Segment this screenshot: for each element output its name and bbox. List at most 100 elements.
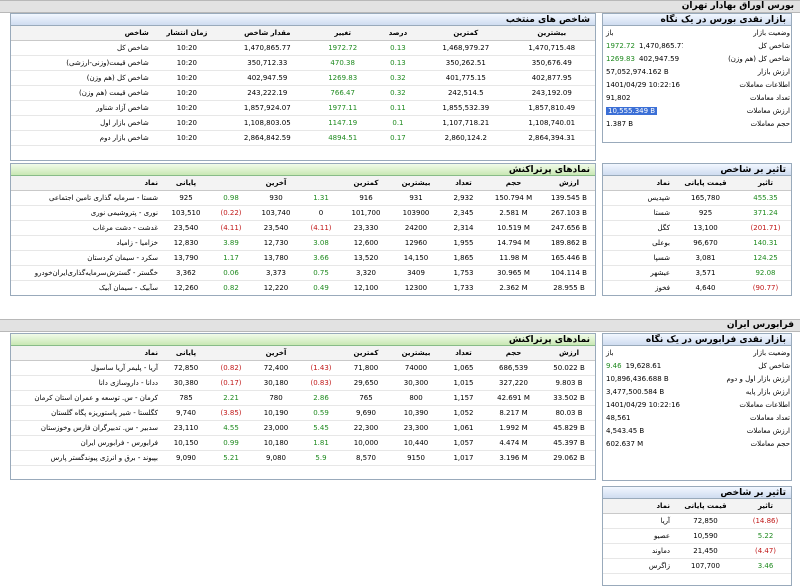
index-value: 243,222.19 xyxy=(222,85,313,101)
table-row[interactable]: بپیوند - برق و انرژی پیوندگستر پارس 9,090… xyxy=(11,450,595,466)
table-row[interactable]: عصیو 10,590 5.22 xyxy=(603,528,791,544)
table-row[interactable]: شسپا 3,081 124.25 xyxy=(603,250,791,266)
tse-impact-table: نماد قیمت پایانی تاثیر شپدیس 165,780 455.35 ش… xyxy=(603,176,791,295)
snapshot-label: حجم معاملات xyxy=(750,119,790,128)
column-header: بیشترین xyxy=(391,346,441,361)
close-price: 3,081 xyxy=(673,250,738,266)
low-price: 12,600 xyxy=(341,235,391,251)
table-row[interactable]: زاگرس 107,700 3.46 xyxy=(603,558,791,574)
table-row[interactable]: شاخص بازار اول 10:20 1,108,803.05 1147.19 0.… xyxy=(11,115,595,131)
trade-value: 29.062 B xyxy=(541,450,595,466)
table-row[interactable]: آریا - پلیمر آریا ساسول 72,850 (0.82) 72,40… xyxy=(11,360,595,376)
low-price: 3,320 xyxy=(341,265,391,281)
snapshot-value: 4,543.45 B xyxy=(606,426,645,435)
table-row[interactable]: شاخص قیمت (هم وزن) 10:20 243,222.19 766.47 0… xyxy=(11,85,595,101)
table-row[interactable]: ددانا - داروسازی دانا 30,380 (0.17) 30,180(… xyxy=(11,375,595,391)
table-row[interactable]: فخوز 4,640 (90.77) xyxy=(603,280,791,295)
snapshot-value-cell: باز xyxy=(603,346,685,359)
close-change: (3.85) xyxy=(211,405,251,421)
column-header: تاثیر xyxy=(738,499,791,514)
close-price: 23,110 xyxy=(161,420,211,436)
snapshot-value-cell: 4,543.45 B xyxy=(603,424,685,437)
table-row[interactable]: آریا 72,850 (14.86) xyxy=(603,513,791,529)
index-change: 766.47 xyxy=(312,85,373,101)
table-row[interactable]: نوری - پتروشیمی نوری 103,510 (0.22) 103,740… xyxy=(11,205,595,221)
high-price: 9150 xyxy=(391,450,441,466)
trade-count: 1,061 xyxy=(441,420,486,436)
snapshot-value: 57,052,974.162 B xyxy=(606,67,669,76)
index-impact: 3.46 xyxy=(738,558,791,574)
snapshot-label: ارزش بازار اول و دوم xyxy=(726,374,790,383)
trade-value: 165.446 B xyxy=(541,250,595,266)
table-row[interactable]: شاخص قیمت(وزنی-ارزشی) 10:20 350,712.33 470.… xyxy=(11,55,595,71)
table-row[interactable]: خزامیا - زامیاد 12,830 3.89 12,730 3.08 12,60… xyxy=(11,235,595,251)
snapshot-label: اطلاعات معاملات xyxy=(739,80,790,89)
symbol-name: شپدیس xyxy=(603,190,673,206)
close-price: 13,100 xyxy=(673,220,738,236)
ifb-snapshot-table: باز وضعیت بازار 9.46 19,628.61 شاخص کل 10,896… xyxy=(603,346,791,450)
last-price: 9,080 xyxy=(251,450,301,466)
snapshot-value-cell: 9.46 19,628.61 xyxy=(603,359,685,372)
snapshot-value-cell: 91,802 xyxy=(603,91,683,104)
trade-value: 80.03 B xyxy=(541,405,595,421)
table-row[interactable]: سدبیر - س. تدبیرگران فارس وخوزستان 23,110… xyxy=(11,420,595,436)
column-header: نماد xyxy=(603,499,673,514)
tse-snapshot-title: بازار نقدی بورس در یک نگاه xyxy=(603,14,791,26)
snapshot-value-cell: 3,477,500.584 B xyxy=(603,385,685,398)
table-row[interactable]: سآبیک - سیمان آبیک 12,260 0.82 12,220 0.49 12… xyxy=(11,280,595,295)
table-row[interactable]: دماوند 21,450 (4.47) xyxy=(603,543,791,559)
last-price: 12,730 xyxy=(251,235,301,251)
index-value: 402,947.59 xyxy=(222,70,313,86)
snapshot-value: باز xyxy=(606,28,614,37)
last-price: 23,000 xyxy=(251,420,301,436)
table-row[interactable]: شاخص آزاد شناور 10:20 1,857,924.07 1977.11 0… xyxy=(11,100,595,116)
close-price: 12,260 xyxy=(161,280,211,295)
table-row[interactable]: بوعلی 96,670 140.31 xyxy=(603,235,791,251)
snapshot-value-cell: 10,896,436.688 B xyxy=(603,372,685,385)
low-price: 29,650 xyxy=(341,375,391,391)
table-row[interactable]: عیشهر 3,571 92.08 xyxy=(603,265,791,281)
column-header: نماد xyxy=(11,346,161,361)
table-row[interactable]: شاخص بازار دوم 10:20 2,864,842.59 4894.51 0.… xyxy=(11,130,595,146)
table-row[interactable]: شستا 925 371.24 xyxy=(603,205,791,221)
symbol-name: ددانا - داروسازی دانا xyxy=(11,375,161,391)
table-row[interactable]: شپدیس 165,780 455.35 xyxy=(603,190,791,206)
snapshot-label: ارزش معاملات xyxy=(746,426,790,435)
table-row[interactable]: سکرد - سیمان کردستان 13,790 1.17 13,780 3.66… xyxy=(11,250,595,266)
close-change: (0.22) xyxy=(211,205,251,221)
snapshot-value-cell: 1.387 B xyxy=(603,117,683,130)
tse-top-table: نماد پایانی آخرین کمترین بیشترین تعداد حجم ارزش… xyxy=(11,176,595,295)
table-row[interactable]: شستا - سرمایه گذاری تامین اجتماعی 925 0.98… xyxy=(11,190,595,206)
table-row[interactable]: غدشت - دشت مرغاب 23,540 (4.11) 23,540 (4.11)… xyxy=(11,220,595,236)
trade-value: 45.397 B xyxy=(541,435,595,451)
tse-snapshot-table: باز وضعیت بازار 1972.72 1,470,865.77 شاخص کل… xyxy=(603,26,791,130)
last-change: 1.81 xyxy=(301,435,341,451)
snapshot-value-cell: 602.637 M xyxy=(603,437,685,450)
table-row[interactable]: کگل 13,100 (201.71) xyxy=(603,220,791,236)
snapshot-value-cell: 1269.83 402,947.59 xyxy=(603,52,683,65)
table-row[interactable]: کگلستا - شیر پاستوریزه پگاه گلستان 9,740(… xyxy=(11,405,595,421)
low-price: 12,100 xyxy=(341,280,391,295)
trade-count: 1,052 xyxy=(441,405,486,421)
low-price: 9,690 xyxy=(341,405,391,421)
trade-count: 1,733 xyxy=(441,280,486,295)
trade-volume: 30.965 M xyxy=(486,265,541,281)
index-name: شاخص بازار دوم xyxy=(11,130,152,146)
table-row[interactable]: شاخص کل 10:20 1,470,865.77 1972.72 0.13 1,468… xyxy=(11,40,595,56)
ifb-snapshot-title: بازار نقدی فرابورس در یک نگاه xyxy=(603,334,791,346)
table-row[interactable]: کرمان - س. توسعه و عمران استان کرمان 785 2… xyxy=(11,390,595,406)
table-row[interactable]: شاخص کل (هم وزن) 10:20 402,947.59 1269.83 0.… xyxy=(11,70,595,86)
column-header: آخرین xyxy=(251,176,301,191)
table-row[interactable]: خگستر - گسترش‌سرمایه‌گذاری‌ایران‌خودرو 3,… xyxy=(11,265,595,281)
index-time: 10:20 xyxy=(151,70,223,86)
tse-indices-title: شاخص های منتخب xyxy=(11,14,595,26)
ifb-top-title: نمادهای پرتراکنش xyxy=(11,334,595,346)
table-row[interactable]: فرابورس - فرابورس ایران 10,150 0.99 10,180 1… xyxy=(11,435,595,451)
symbol-name: کرمان - س. توسعه و عمران استان کرمان xyxy=(11,390,161,406)
snapshot-label: حجم معاملات xyxy=(750,439,790,448)
low-price: 8,570 xyxy=(341,450,391,466)
trade-count: 2,932 xyxy=(441,190,486,206)
snapshot-change: 1269.83 xyxy=(606,54,635,63)
symbol-name: بپیوند - برق و انرژی پیوندگستر پارس xyxy=(11,450,161,466)
high-price: 30,300 xyxy=(391,375,441,391)
